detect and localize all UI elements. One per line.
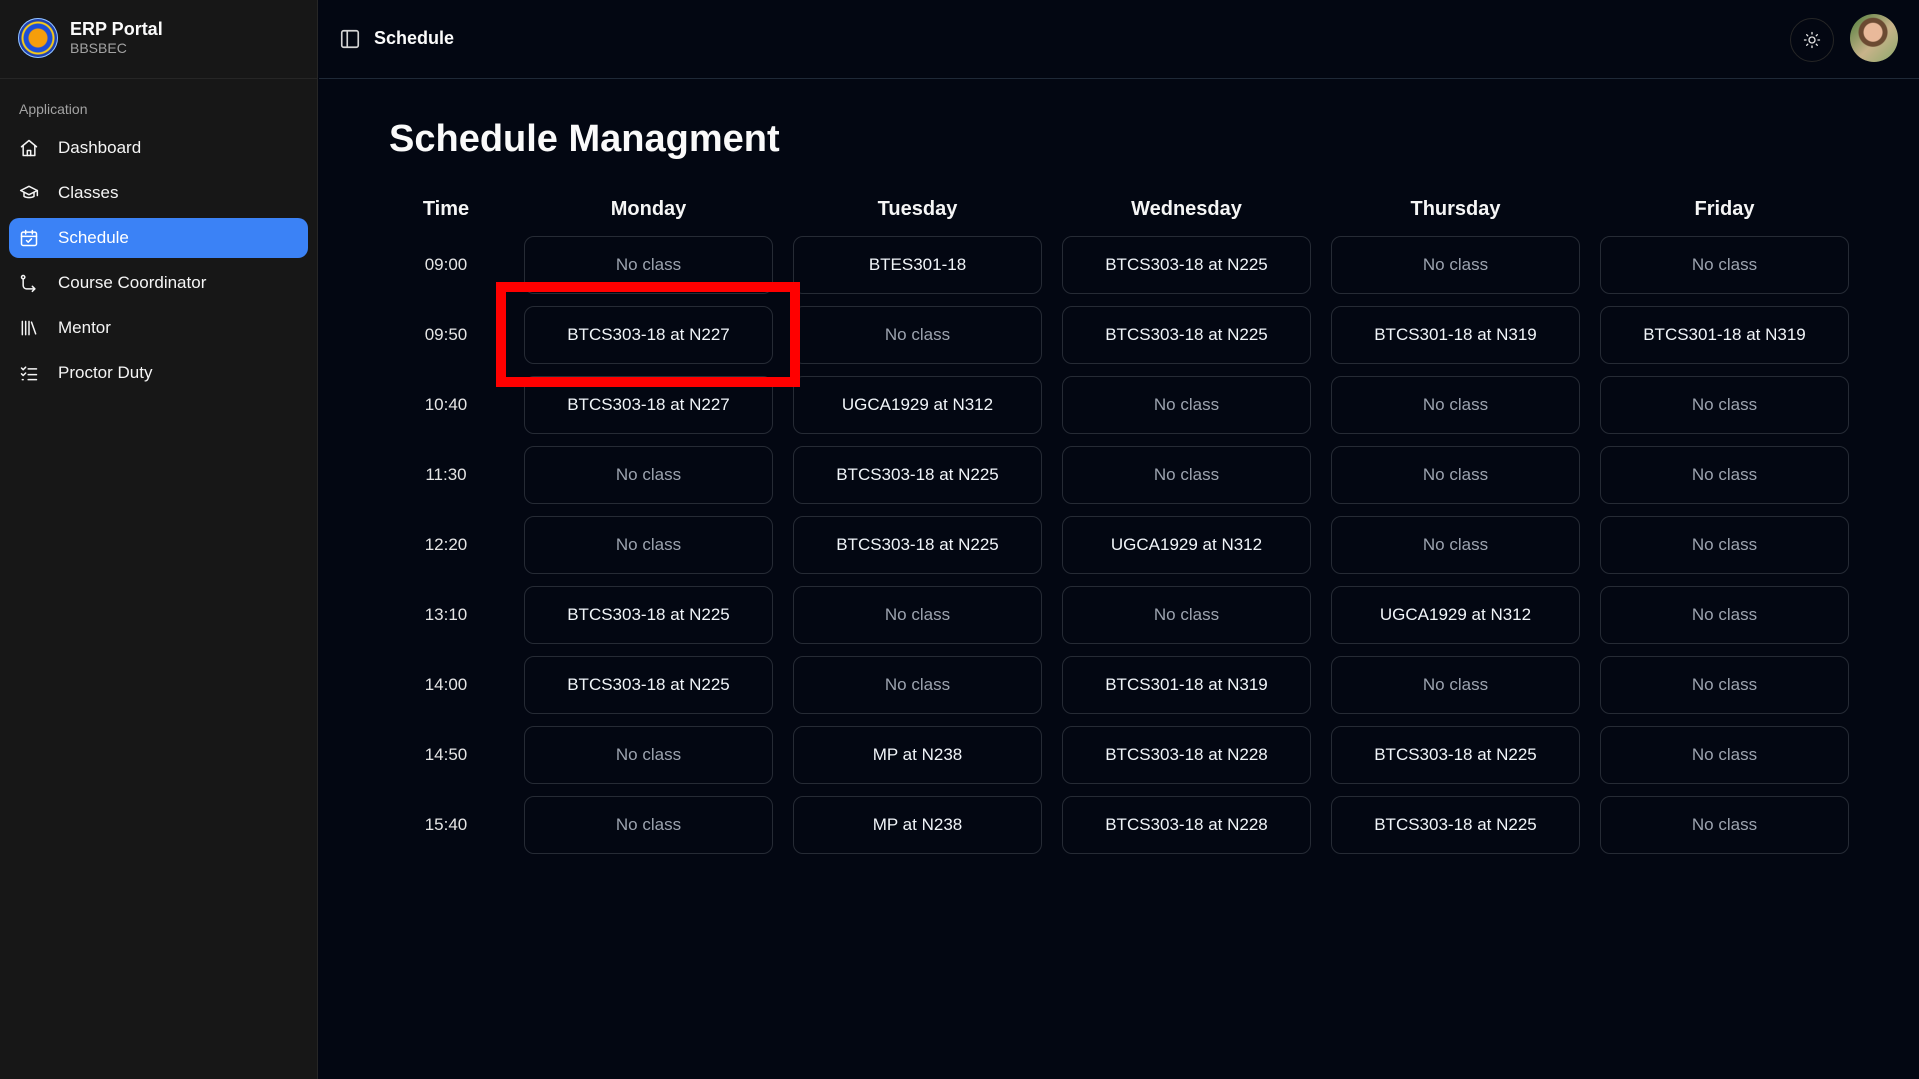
schedule-cell[interactable]: No class xyxy=(524,236,773,294)
schedule-cell[interactable]: BTCS303-18 at N225 xyxy=(524,656,773,714)
page-title: Schedule Managment xyxy=(389,118,780,160)
schedule-cell[interactable]: BTCS303-18 at N225 xyxy=(1062,306,1311,364)
sidebar-item-dashboard[interactable]: Dashboard xyxy=(9,128,308,168)
schedule-cell[interactable]: No class xyxy=(1600,796,1849,854)
schedule-cell[interactable]: BTCS303-18 at N225 xyxy=(793,446,1042,504)
schedule-cell[interactable]: UGCA1929 at N312 xyxy=(1062,516,1311,574)
schedule-cell[interactable]: BTCS303-18 at N227 xyxy=(524,306,773,364)
schedule-cell[interactable]: BTCS303-18 at N225 xyxy=(1062,236,1311,294)
column-header-thursday: Thursday xyxy=(1410,198,1501,220)
sidebar-item-label: Course Coordinator xyxy=(58,273,207,292)
list-checks-icon xyxy=(19,363,39,383)
time-slot-label: 15:40 xyxy=(424,815,468,834)
brand-subtitle: BBSBEC xyxy=(70,40,127,56)
sidebar-toggle-button[interactable] xyxy=(339,28,363,52)
sidebar-item-mentor[interactable]: Mentor xyxy=(9,308,308,348)
time-slot-label: 14:00 xyxy=(424,675,468,694)
sidebar-item-schedule[interactable]: Schedule xyxy=(9,218,308,258)
schedule-cell[interactable]: No class xyxy=(1331,446,1580,504)
column-header-monday: Monday xyxy=(610,198,687,220)
schedule-cell[interactable]: BTCS303-18 at N228 xyxy=(1062,796,1311,854)
time-slot-label: 10:40 xyxy=(424,395,468,414)
sidebar-group-label: Application xyxy=(19,101,88,117)
sidebar-toggle-icon xyxy=(340,29,360,49)
time-slot-label: 09:00 xyxy=(424,255,468,274)
schedule-cell[interactable]: BTCS301-18 at N319 xyxy=(1062,656,1311,714)
user-avatar[interactable] xyxy=(1850,14,1898,62)
schedule-cell[interactable]: No class xyxy=(1600,586,1849,644)
schedule-cell[interactable]: No class xyxy=(793,306,1042,364)
schedule-cell[interactable]: No class xyxy=(524,516,773,574)
schedule-cell[interactable]: No class xyxy=(524,446,773,504)
schedule-cell[interactable]: No class xyxy=(793,586,1042,644)
time-slot-label: 09:50 xyxy=(424,325,468,344)
graduation-cap-icon xyxy=(19,183,39,203)
time-slot-label: 12:20 xyxy=(424,535,468,554)
theme-toggle-button[interactable] xyxy=(1790,18,1834,62)
schedule-cell[interactable]: MP at N238 xyxy=(793,726,1042,784)
schedule-cell[interactable]: No class xyxy=(1600,236,1849,294)
column-header-friday: Friday xyxy=(1694,198,1755,220)
schedule-cell[interactable]: No class xyxy=(1600,446,1849,504)
schedule-cell[interactable]: No class xyxy=(1062,446,1311,504)
sun-icon xyxy=(1803,31,1821,49)
top-header: Schedule xyxy=(319,0,1919,79)
schedule-cell[interactable]: UGCA1929 at N312 xyxy=(1331,586,1580,644)
schedule-cell[interactable]: BTES301-18 xyxy=(793,236,1042,294)
library-icon xyxy=(19,318,39,338)
schedule-cell[interactable]: No class xyxy=(524,796,773,854)
sidebar-item-label: Schedule xyxy=(58,228,129,247)
column-header-time: Time xyxy=(422,198,470,220)
header-title: Schedule xyxy=(374,28,455,48)
sidebar-item-label: Mentor xyxy=(58,318,111,337)
time-slot-label: 14:50 xyxy=(424,745,468,764)
college-logo-icon xyxy=(18,18,58,58)
schedule-cell[interactable]: BTCS301-18 at N319 xyxy=(1331,306,1580,364)
column-header-tuesday: Tuesday xyxy=(877,198,958,220)
schedule-cell[interactable]: BTCS303-18 at N225 xyxy=(1331,726,1580,784)
schedule-cell[interactable]: UGCA1929 at N312 xyxy=(793,376,1042,434)
calendar-check-icon xyxy=(19,228,39,248)
schedule-cell[interactable]: No class xyxy=(1331,516,1580,574)
sidebar-item-label: Dashboard xyxy=(58,138,142,157)
schedule-cell[interactable]: No class xyxy=(1331,236,1580,294)
sidebar-item-proctor-duty[interactable]: Proctor Duty xyxy=(9,353,308,393)
sidebar-item-label: Classes xyxy=(58,183,119,202)
column-header-wednesday: Wednesday xyxy=(1131,198,1242,220)
schedule-cell[interactable]: No class xyxy=(1600,656,1849,714)
time-slot-label: 11:30 xyxy=(425,465,467,484)
brand-text: ERP Portal BBSBEC xyxy=(70,19,163,57)
schedule-cell[interactable]: No class xyxy=(793,656,1042,714)
schedule-cell[interactable]: BTCS303-18 at N225 xyxy=(524,586,773,644)
time-slot-label: 13:10 xyxy=(424,605,468,624)
sidebar: ERP Portal BBSBEC Application Dashboard … xyxy=(0,0,318,1079)
schedule-cell[interactable]: BTCS303-18 at N225 xyxy=(793,516,1042,574)
route-icon xyxy=(19,273,39,293)
schedule-cell[interactable]: No class xyxy=(1331,656,1580,714)
schedule-cell[interactable]: No class xyxy=(1600,726,1849,784)
schedule-cell[interactable]: No class xyxy=(1331,376,1580,434)
schedule-cell[interactable]: No class xyxy=(1062,586,1311,644)
sidebar-item-label: Proctor Duty xyxy=(58,363,153,382)
brand[interactable]: ERP Portal BBSBEC xyxy=(18,18,163,58)
sidebar-divider xyxy=(0,78,318,79)
sidebar-item-course-coordinator[interactable]: Course Coordinator xyxy=(9,263,308,303)
sidebar-item-classes[interactable]: Classes xyxy=(9,173,308,213)
brand-title: ERP Portal xyxy=(70,19,163,39)
schedule-cell[interactable]: BTCS303-18 at N225 xyxy=(1331,796,1580,854)
schedule-cell[interactable]: No class xyxy=(524,726,773,784)
home-icon xyxy=(19,138,39,158)
schedule-cell[interactable]: BTCS301-18 at N319 xyxy=(1600,306,1849,364)
schedule-cell[interactable]: BTCS303-18 at N227 xyxy=(524,376,773,434)
sidebar-nav: Dashboard Classes Schedule Course Coordi… xyxy=(9,128,308,398)
schedule-cell[interactable]: No class xyxy=(1600,516,1849,574)
schedule-cell[interactable]: MP at N238 xyxy=(793,796,1042,854)
schedule-cell[interactable]: No class xyxy=(1062,376,1311,434)
schedule-cell[interactable]: No class xyxy=(1600,376,1849,434)
schedule-cell[interactable]: BTCS303-18 at N228 xyxy=(1062,726,1311,784)
